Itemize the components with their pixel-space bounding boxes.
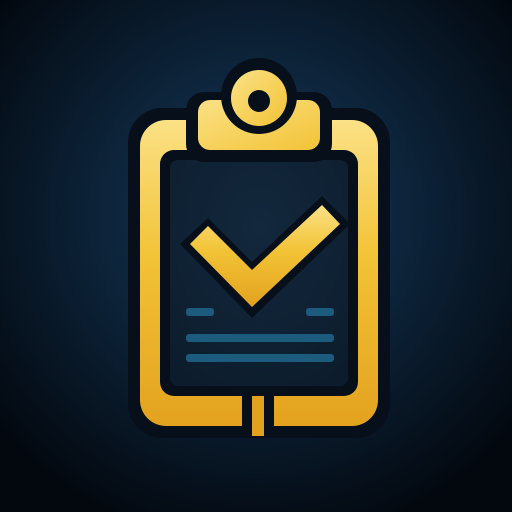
- clipboard-check-icon: [0, 0, 512, 512]
- clipboard-stand: [242, 392, 274, 436]
- app-icon: [0, 0, 512, 512]
